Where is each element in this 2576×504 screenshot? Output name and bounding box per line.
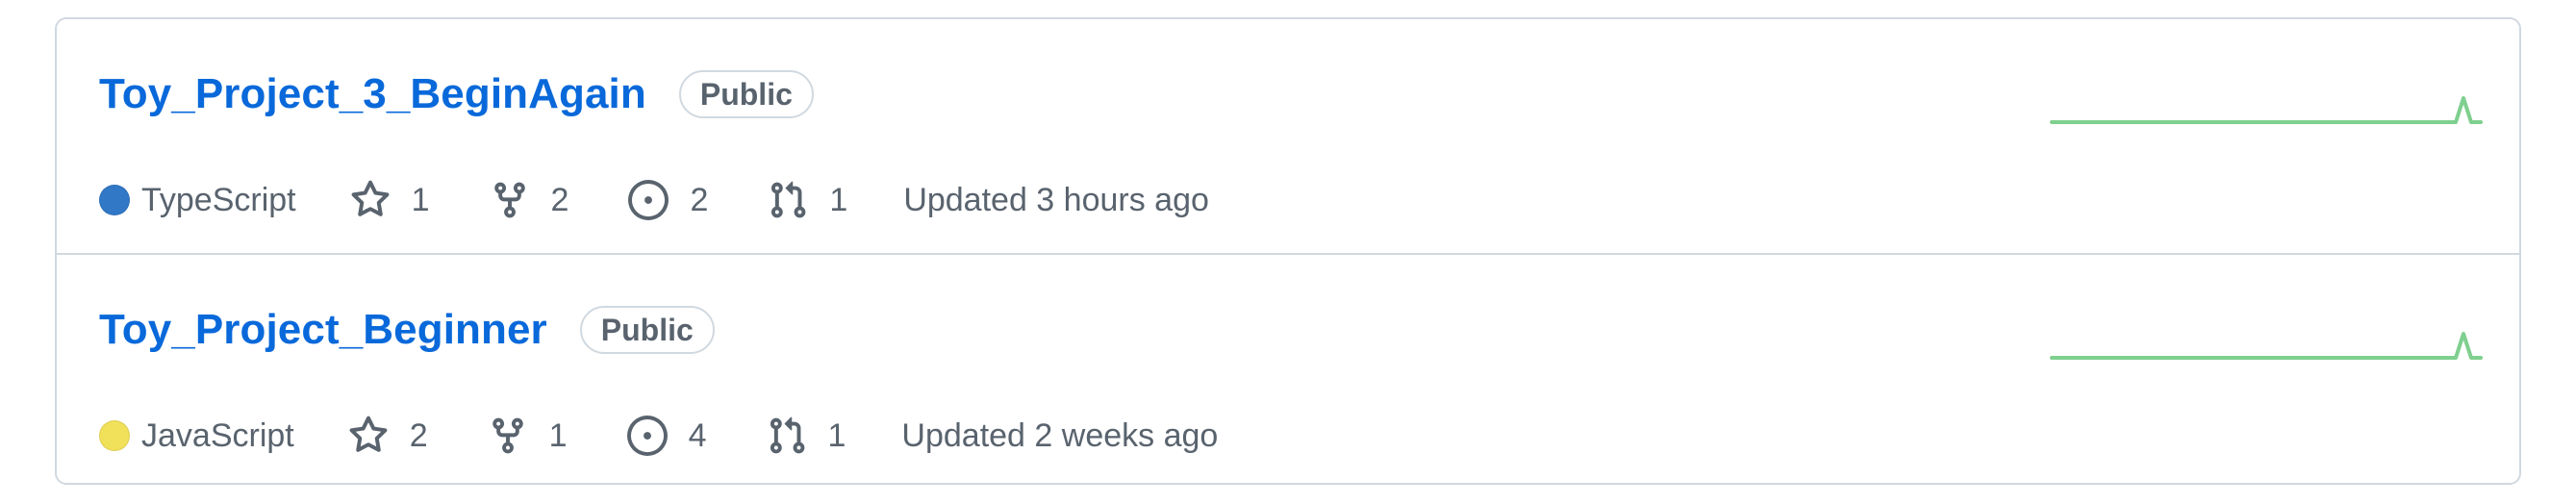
pull-request-count: 1 [829, 181, 848, 218]
issue-count: 4 [688, 416, 707, 454]
repository-name-link[interactable]: Toy_Project_Beginner [99, 306, 547, 354]
repository-meta: TypeScript 1 2 2 1 Updated 3 hours ago [99, 177, 1209, 223]
repository-list: Toy_Project_3_BeginAgain Public TypeScri… [55, 17, 2521, 485]
forks-link[interactable]: 2 [490, 180, 569, 220]
pull-requests-link[interactable]: 1 [768, 180, 847, 220]
language-label: JavaScript [141, 416, 294, 454]
star-count: 2 [409, 416, 428, 454]
git-pull-request-icon [771, 181, 806, 218]
stargazers-link[interactable]: 2 [348, 416, 428, 456]
star-icon [349, 416, 388, 452]
language-color-dot [99, 420, 130, 451]
repository-title-line: Toy_Project_3_BeginAgain Public [99, 67, 814, 121]
fork-count: 2 [550, 181, 569, 218]
repository-meta: JavaScript 2 1 4 1 Updated 2 weeks ago [99, 413, 1218, 459]
forks-link[interactable]: 1 [488, 416, 568, 456]
issue-opened-icon [626, 416, 668, 456]
pull-requests-link[interactable]: 1 [767, 416, 846, 456]
git-pull-request-icon [770, 416, 804, 454]
updated-timestamp: Updated 2 weeks ago [901, 416, 1219, 454]
star-count: 1 [411, 181, 430, 218]
issues-link[interactable]: 4 [626, 416, 707, 456]
visibility-badge: Public [579, 306, 715, 354]
repository-row: Toy_Project_3_BeginAgain Public TypeScri… [57, 19, 2519, 253]
language-label: TypeScript [141, 181, 296, 218]
repository-row: Toy_Project_Beginner Public JavaScript 2… [57, 253, 2519, 487]
issue-opened-icon [628, 180, 669, 220]
fork-count: 1 [548, 416, 568, 454]
stargazers-link[interactable]: 1 [350, 180, 430, 220]
activity-sparkline [2050, 96, 2483, 124]
pull-request-count: 1 [827, 416, 846, 454]
repository-title-line: Toy_Project_Beginner Public [99, 303, 715, 357]
activity-sparkline-line [2050, 332, 2483, 360]
repository-name-link[interactable]: Toy_Project_3_BeginAgain [99, 70, 646, 118]
issues-link[interactable]: 2 [628, 180, 708, 220]
activity-sparkline-line [2050, 96, 2483, 124]
star-icon [351, 180, 390, 216]
repo-forked-icon [492, 417, 523, 454]
issue-count: 2 [690, 181, 709, 218]
updated-timestamp: Updated 3 hours ago [903, 181, 1209, 218]
visibility-badge: Public [678, 70, 814, 118]
activity-sparkline [2050, 332, 2483, 360]
repo-forked-icon [493, 182, 525, 218]
language-color-dot [99, 185, 130, 215]
